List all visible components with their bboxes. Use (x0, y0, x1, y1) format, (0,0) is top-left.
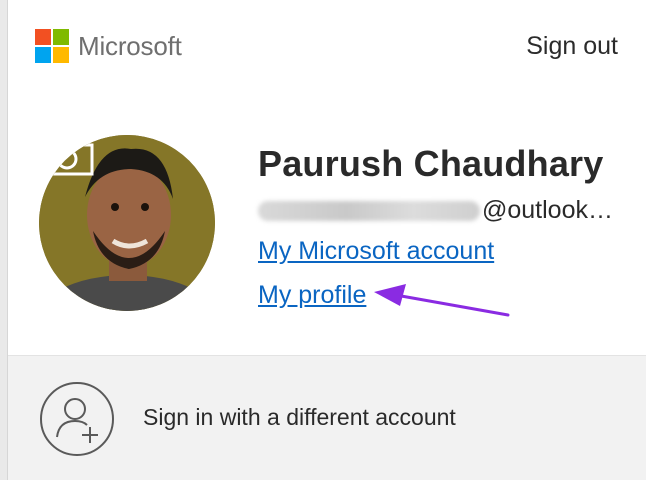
add-person-icon (40, 382, 114, 456)
camera-icon (40, 137, 94, 176)
sign-in-different-account-label: Sign in with a different account (143, 404, 456, 430)
account-card: Microsoft Sign out Paurush Chaudhary @ou… (7, 0, 646, 480)
email-address: @outlook… (258, 196, 613, 225)
sign-out-button[interactable]: Sign out (526, 32, 618, 61)
email-redaction (258, 200, 480, 221)
arrow-annotation-icon (374, 284, 510, 317)
brand-name: Microsoft (78, 30, 182, 61)
email-domain: @outlook… (482, 196, 613, 224)
my-microsoft-account-link[interactable]: My Microsoft account (258, 237, 494, 266)
user-name: Paurush Chaudhary (258, 143, 604, 184)
microsoft-logo-icon (35, 29, 69, 63)
avatar[interactable] (39, 135, 215, 311)
microsoft-logo: Microsoft (35, 29, 182, 63)
sign-in-different-account-button[interactable]: Sign in with a different account (8, 356, 646, 480)
my-profile-link[interactable]: My profile (258, 281, 366, 310)
